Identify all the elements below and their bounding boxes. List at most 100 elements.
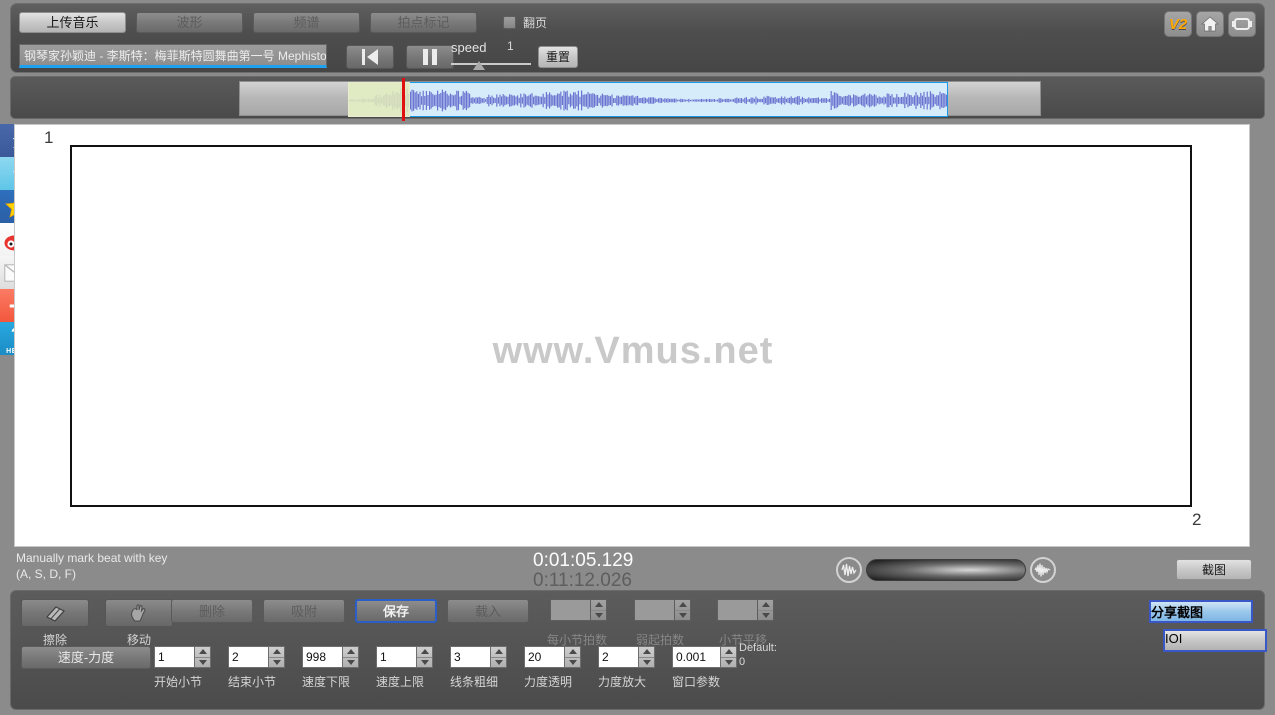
start-measure-stepper[interactable]: 1 — [154, 646, 211, 668]
end-measure-arrows[interactable] — [268, 646, 285, 668]
tab-waveform[interactable]: 波形 — [136, 12, 243, 33]
stepper-up[interactable] — [491, 647, 506, 658]
volume-high-icon[interactable] — [1030, 557, 1056, 583]
stepper-up[interactable] — [195, 647, 210, 658]
dynamics-scale-stepper[interactable]: 2 — [598, 646, 655, 668]
anacrusis-beats-value[interactable] — [634, 599, 674, 621]
page-turn-checkbox[interactable] — [503, 16, 516, 29]
ioi-button[interactable]: IOI — [1163, 629, 1267, 652]
dynamics-scale-value[interactable]: 2 — [598, 646, 638, 668]
tempo-max-value[interactable]: 1 — [376, 646, 416, 668]
stepper-up[interactable] — [565, 647, 580, 658]
anacrusis-beats-stepper[interactable] — [634, 599, 691, 621]
stepper-down[interactable] — [591, 611, 606, 621]
tab-upload-music[interactable]: 上传音乐 — [19, 12, 126, 33]
chevron-up-icon — [678, 602, 687, 608]
stepper-up[interactable] — [675, 600, 690, 611]
dynamics-opacity-stepper[interactable]: 20 — [524, 646, 581, 668]
dynamics-scale-arrows[interactable] — [638, 646, 655, 668]
page-turn-checkbox-group[interactable]: 翻页 — [503, 14, 547, 31]
dynamics-opacity-caption: 力度透明 — [524, 675, 573, 689]
stepper-down[interactable] — [491, 658, 506, 668]
line-width-stepper[interactable]: 3 — [450, 646, 507, 668]
stepper-down[interactable] — [565, 658, 580, 668]
move-tool-button[interactable] — [105, 599, 173, 627]
waveform-frame[interactable] — [239, 78, 1041, 121]
reset-button[interactable]: 重置 — [538, 46, 578, 68]
stepper-up[interactable] — [591, 600, 606, 611]
save-button[interactable]: 保存 — [355, 599, 437, 623]
measure-start-label: 1 — [44, 128, 54, 147]
chevron-down-icon — [678, 612, 687, 618]
stepper-down[interactable] — [269, 658, 284, 668]
hand-move-icon — [131, 604, 146, 622]
stepper-up[interactable] — [721, 647, 736, 658]
tempo-plot-canvas[interactable]: www.Vmus.net — [14, 124, 1250, 547]
snap-button[interactable]: 吸附 — [263, 599, 345, 623]
stepper-down[interactable] — [417, 658, 432, 668]
beats-per-measure-value[interactable] — [550, 599, 590, 621]
tab-beat-marking[interactable]: 拍点标记 — [370, 12, 477, 33]
stepper-down[interactable] — [758, 611, 773, 621]
measure-shift-stepper[interactable] — [717, 599, 774, 621]
rewind-button[interactable] — [346, 45, 394, 69]
v2-badge-icon[interactable]: V2 — [1164, 11, 1192, 37]
volume-slider[interactable] — [866, 559, 1026, 581]
window-param-stepper[interactable]: 0.001 — [672, 646, 737, 668]
tempo-max-stepper[interactable]: 1 — [376, 646, 433, 668]
tempo-dynamics-button[interactable]: 速度-力度 — [21, 646, 151, 669]
stepper-down[interactable] — [721, 658, 736, 668]
stepper-down[interactable] — [195, 658, 210, 668]
dynamics-scale-caption: 力度放大 — [598, 675, 647, 689]
total-time: 0:11:12.026 — [533, 570, 632, 591]
stepper-down[interactable] — [675, 611, 690, 621]
stepper-up[interactable] — [758, 600, 773, 611]
measure-shift-arrows[interactable] — [757, 599, 774, 621]
speed-slider-thumb[interactable] — [473, 61, 485, 70]
stepper-down[interactable] — [639, 658, 654, 668]
tempo-max-arrows[interactable] — [416, 646, 433, 668]
stepper-up[interactable] — [343, 647, 358, 658]
stepper-up[interactable] — [269, 647, 284, 658]
stepper-down[interactable] — [343, 658, 358, 668]
screenshot-button[interactable]: 截图 — [1176, 559, 1252, 580]
anacrusis-beats-arrows[interactable] — [674, 599, 691, 621]
home-icon[interactable] — [1196, 11, 1224, 37]
waveform-playhead[interactable] — [402, 78, 405, 121]
stepper-up[interactable] — [639, 647, 654, 658]
track-title-input[interactable]: 钢琴家孙颖迪 - 李斯特：梅菲斯特圆舞曲第一号 Mephisto W — [19, 44, 327, 68]
waveform-zoom-window[interactable] — [348, 82, 410, 117]
window-param-value[interactable]: 0.001 — [672, 646, 720, 668]
chevron-down-icon — [594, 612, 603, 618]
stepper-up[interactable] — [417, 647, 432, 658]
beats-per-measure-arrows[interactable] — [590, 599, 607, 621]
tempo-min-stepper[interactable]: 998 — [302, 646, 359, 668]
dynamics-opacity-value[interactable]: 20 — [524, 646, 564, 668]
beats-per-measure-stepper[interactable] — [550, 599, 607, 621]
start-measure-value[interactable]: 1 — [154, 646, 194, 668]
end-measure-value[interactable]: 2 — [228, 646, 268, 668]
load-button[interactable]: 载入 — [447, 599, 529, 623]
pause-button[interactable] — [406, 45, 454, 69]
line-width-value[interactable]: 3 — [450, 646, 490, 668]
tempo-min-value[interactable]: 998 — [302, 646, 342, 668]
top-right-icon-row: V2 — [1164, 11, 1256, 37]
volume-low-icon[interactable] — [836, 557, 862, 583]
start-measure-caption: 开始小节 — [154, 675, 203, 689]
dynamics-opacity-arrows[interactable] — [564, 646, 581, 668]
fullscreen-icon[interactable] — [1228, 11, 1256, 37]
waveform-loaded-region[interactable] — [348, 82, 948, 117]
measure-shift-value[interactable] — [717, 599, 757, 621]
delete-button[interactable]: 删除 — [171, 599, 253, 623]
tab-spectrum[interactable]: 频谱 — [253, 12, 360, 33]
start-measure-arrows[interactable] — [194, 646, 211, 668]
eraser-tool-button[interactable] — [21, 599, 89, 627]
line-width-arrows[interactable] — [490, 646, 507, 668]
share-screenshot-button[interactable]: 分享截图 — [1149, 600, 1253, 623]
end-measure-stepper[interactable]: 2 — [228, 646, 285, 668]
line-width-caption: 线条粗细 — [450, 675, 499, 689]
speed-slider-track[interactable] — [451, 63, 531, 65]
window-param-arrows[interactable] — [720, 646, 737, 668]
save-label: 保存 — [382, 603, 409, 619]
tempo-min-arrows[interactable] — [342, 646, 359, 668]
